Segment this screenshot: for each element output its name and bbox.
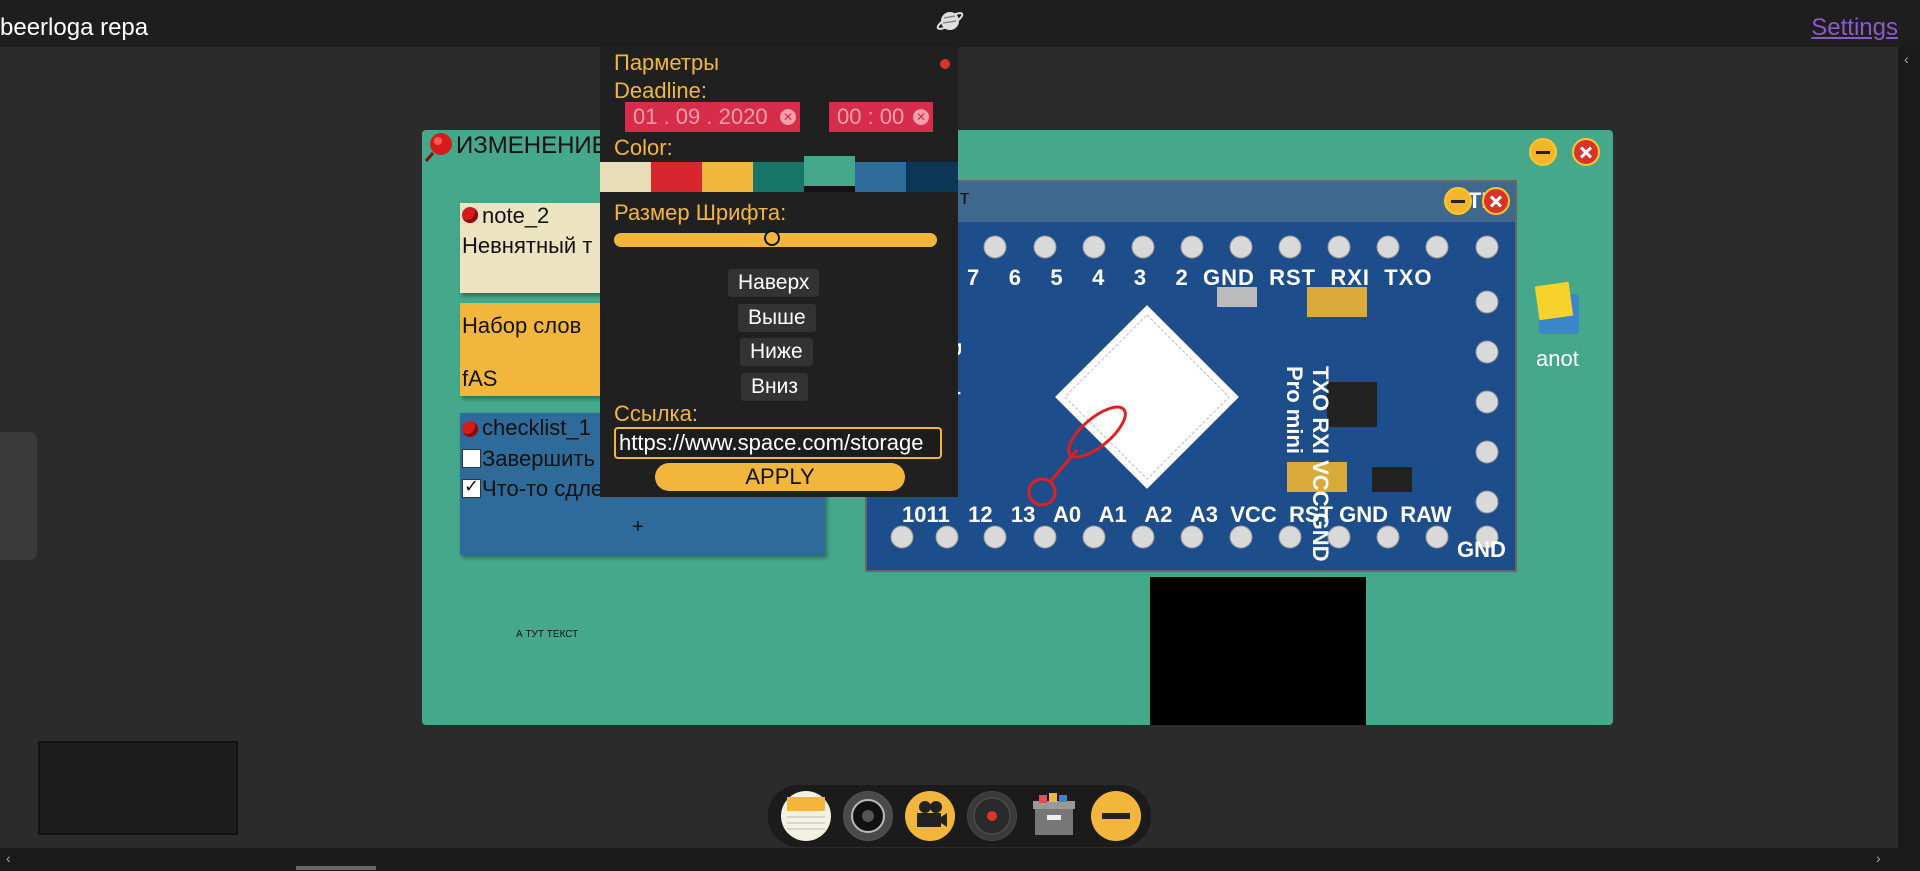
color-swatch[interactable]	[651, 162, 702, 192]
bring-to-top-button[interactable]: Наверх	[728, 269, 820, 297]
link-label: Ссылка:	[614, 401, 698, 426]
pin-icon[interactable]	[462, 207, 478, 223]
vertical-scrollbar[interactable]: ‹	[1898, 47, 1920, 848]
panel-title: Парметры	[614, 50, 720, 75]
board-title: beerloga repa	[0, 14, 149, 41]
color-swatch[interactable]	[906, 162, 958, 192]
color-swatches	[600, 156, 958, 192]
board-close-button[interactable]	[1572, 138, 1600, 166]
checklist-checkbox[interactable]	[462, 449, 481, 468]
date-input[interactable]: 01 . 09 . 2020 ✕	[625, 102, 800, 132]
note-title: note_2	[482, 203, 550, 228]
pin-label: 6	[1008, 265, 1022, 290]
image-window[interactable]: 7 6 5 4 3 2 GND RST RXI TXO DTR 1011 12 …	[865, 180, 1517, 572]
pin-icon[interactable]	[424, 131, 456, 168]
scroll-right-icon[interactable]: ›	[1876, 850, 1881, 866]
sticky-notes-icon[interactable]	[1534, 280, 1587, 340]
color-swatch[interactable]	[855, 162, 906, 192]
move-down-button[interactable]: Ниже	[740, 338, 813, 366]
slider-handle[interactable]	[764, 230, 781, 246]
minimap[interactable]	[38, 741, 238, 835]
checklist-item-label: Завершить	[482, 446, 595, 471]
note-body: Невнятный т	[462, 233, 593, 258]
color-label: Color:	[614, 135, 673, 160]
board-minimize-button[interactable]	[1529, 138, 1557, 166]
deadline-label: Deadline:	[614, 78, 707, 103]
time-value: 00 : 00	[837, 104, 905, 129]
camera-aperture-icon[interactable]	[843, 791, 893, 841]
clear-date-icon[interactable]: ✕	[780, 109, 796, 125]
image-window-title: т	[960, 187, 970, 209]
color-swatch[interactable]	[702, 162, 753, 192]
checklist-title: checklist_1	[482, 415, 591, 440]
pin-label: GND	[1457, 537, 1506, 562]
time-input[interactable]: 00 : 00 ✕	[829, 102, 933, 132]
side-panel-tab[interactable]	[0, 432, 37, 560]
send-to-bottom-button[interactable]: Вниз	[741, 373, 808, 401]
pin-label: RST	[1269, 265, 1317, 290]
color-swatch-selected[interactable]	[804, 156, 855, 192]
pin-label: 7	[967, 265, 981, 290]
parameters-panel: Парметры Deadline: 01 . 09 . 2020 ✕ 00 :…	[600, 47, 958, 497]
horizontal-scrollbar[interactable]: ‹ ›	[0, 848, 1920, 871]
bottom-toolbar	[768, 785, 1151, 847]
pin-icon[interactable]	[462, 421, 478, 437]
font-size-label: Размер Шрифта:	[614, 200, 787, 225]
pin-labels-bottom: 1011 12 13 A0 A1 A2 A3 VCC RST GND RAW	[902, 502, 1452, 528]
pin-label: A3	[1189, 502, 1219, 527]
link-input[interactable]	[614, 427, 942, 459]
pin-label: TXO	[1384, 265, 1433, 290]
clear-time-icon[interactable]: ✕	[913, 109, 929, 125]
pin-label: RXI	[1330, 265, 1371, 290]
settings-link[interactable]: Settings	[1811, 14, 1898, 42]
pin-label: 10	[902, 502, 927, 527]
pin-label: GND	[1339, 502, 1388, 527]
archive-box-icon[interactable]	[1029, 791, 1079, 841]
date-value: 01 . 09 . 2020	[633, 104, 768, 129]
pin-label: 12	[968, 502, 993, 527]
board-text: Pro mini	[1282, 366, 1307, 455]
pin-label: 5	[1050, 265, 1064, 290]
vinyl-record-icon[interactable]	[967, 791, 1017, 841]
image-minimize-button[interactable]	[1444, 187, 1472, 215]
apply-button[interactable]: APPLY	[655, 463, 905, 491]
note-body: fAS	[462, 366, 498, 391]
pin-label: 4	[1092, 265, 1106, 290]
font-size-slider[interactable]	[614, 230, 937, 247]
video-placeholder[interactable]	[1150, 577, 1366, 725]
add-item-button[interactable]: +	[632, 516, 644, 539]
pin-label: A0	[1052, 502, 1082, 527]
pin-label: VCC	[1230, 502, 1277, 527]
board-window-title: ИЗМЕНЕНИЕ	[456, 132, 608, 159]
film-camera-icon[interactable]	[905, 791, 955, 841]
pin-label: 13	[1010, 502, 1036, 527]
minimize-icon[interactable]	[1091, 791, 1141, 841]
board-text: TXO RXI VCC GND	[1308, 366, 1333, 562]
scroll-up-icon[interactable]: ‹	[1904, 51, 1909, 67]
annotation-label: anot	[1536, 346, 1579, 371]
pin-label: A1	[1098, 502, 1127, 527]
pin-label: 11	[926, 502, 950, 527]
scrollbar-thumb[interactable]	[296, 866, 376, 870]
color-swatch[interactable]	[753, 162, 804, 192]
color-swatch[interactable]	[600, 162, 651, 192]
checklist-checkbox[interactable]	[462, 476, 481, 498]
pin-label: RAW	[1400, 502, 1452, 527]
pin-label: A2	[1144, 502, 1173, 527]
move-up-button[interactable]: Выше	[738, 304, 816, 332]
pin-label: 2	[1175, 265, 1189, 290]
board-side-label: TXO RXI VCC GND Pro mini	[1281, 366, 1333, 562]
pin-labels-top: 7 6 5 4 3 2 GND RST RXI TXO	[967, 265, 1433, 291]
close-icon[interactable]	[940, 59, 950, 69]
pin-label: GND	[1203, 265, 1255, 290]
pin-label: 3	[1133, 265, 1148, 290]
scroll-left-icon[interactable]: ‹	[6, 850, 11, 866]
image-close-button[interactable]	[1482, 187, 1510, 215]
canvas-text: А ТУТ ТЕКСТ	[516, 629, 579, 640]
planet-icon[interactable]	[935, 6, 965, 36]
notes-icon[interactable]	[781, 791, 831, 841]
note-body: Набор слов	[462, 313, 582, 338]
